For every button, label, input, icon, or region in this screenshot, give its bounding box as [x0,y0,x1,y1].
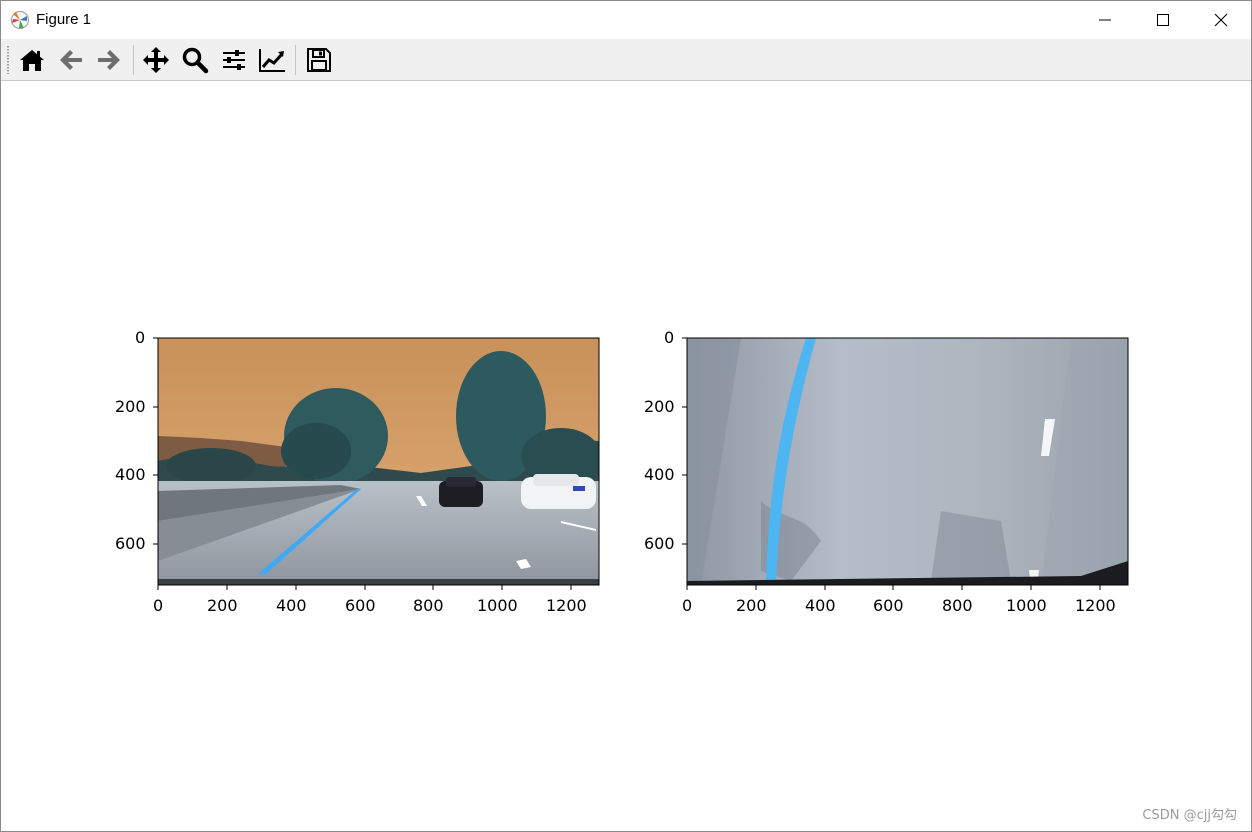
x-tick-label: 1200 [546,596,587,615]
save-floppy-icon [307,48,331,72]
pan-button[interactable] [139,43,173,77]
minimize-icon [1099,19,1111,21]
configure-subplots-icon [223,50,245,70]
y-tick-label: 200 [115,397,146,416]
home-icon [20,50,44,71]
x-tick-label: 800 [942,596,973,615]
y-tick-label: 200 [644,397,675,416]
x-tick-label: 200 [736,596,767,615]
configure-subplots-button[interactable] [217,43,251,77]
x-tick-label: 400 [276,596,307,615]
x-tick-label: 1000 [477,596,518,615]
x-tick-label: 600 [873,596,904,615]
toolbar-separator [133,45,134,75]
y-tick-label: 600 [644,534,675,553]
y-tick-label: 600 [115,534,146,553]
figure-svg [153,337,1129,590]
save-button[interactable] [302,43,336,77]
close-icon [1214,13,1228,27]
back-button[interactable] [54,43,88,77]
y-tick-label: 400 [644,465,675,484]
close-button[interactable] [1192,1,1250,39]
y-tick-label: 400 [115,465,146,484]
x-tick-label: 400 [805,596,836,615]
window-title: Figure 1 [36,11,92,28]
home-button[interactable] [15,43,49,77]
left-image [158,338,599,585]
edit-axis-icon [259,49,285,72]
zoom-button[interactable] [178,43,212,77]
maximize-button[interactable] [1134,1,1192,39]
toolbar-separator [295,45,296,75]
watermark-text: CSDN @cjj勾勾 [1142,808,1237,823]
back-arrow-icon [60,50,82,70]
matplotlib-app-icon [10,10,30,30]
x-tick-label: 1000 [1006,596,1047,615]
navigation-toolbar [1,39,1251,81]
y-tick-label: 0 [664,328,675,347]
edit-axis-button[interactable] [255,43,289,77]
pan-move-icon [143,47,169,73]
forward-arrow-icon [98,50,120,70]
figure-canvas[interactable]: 0 200 400 600 800 1000 1200 0 200 400 60… [1,81,1251,831]
maximize-icon [1157,14,1169,26]
toolbar-grip[interactable] [7,46,9,74]
figure-window: Figure 1 0 200 400 600 800 1000 1200 0 2… [0,0,1252,832]
minimize-button[interactable] [1076,1,1134,39]
right-image [687,338,1128,585]
x-tick-label: 1200 [1075,596,1116,615]
x-tick-label: 600 [345,596,376,615]
x-tick-label: 800 [413,596,444,615]
zoom-magnifier-icon [182,47,209,74]
title-bar[interactable]: Figure 1 [1,1,1251,39]
y-tick-label: 0 [135,328,146,347]
x-tick-label: 0 [153,596,164,615]
forward-button[interactable] [92,43,126,77]
x-tick-label: 200 [207,596,238,615]
x-tick-label: 0 [682,596,693,615]
